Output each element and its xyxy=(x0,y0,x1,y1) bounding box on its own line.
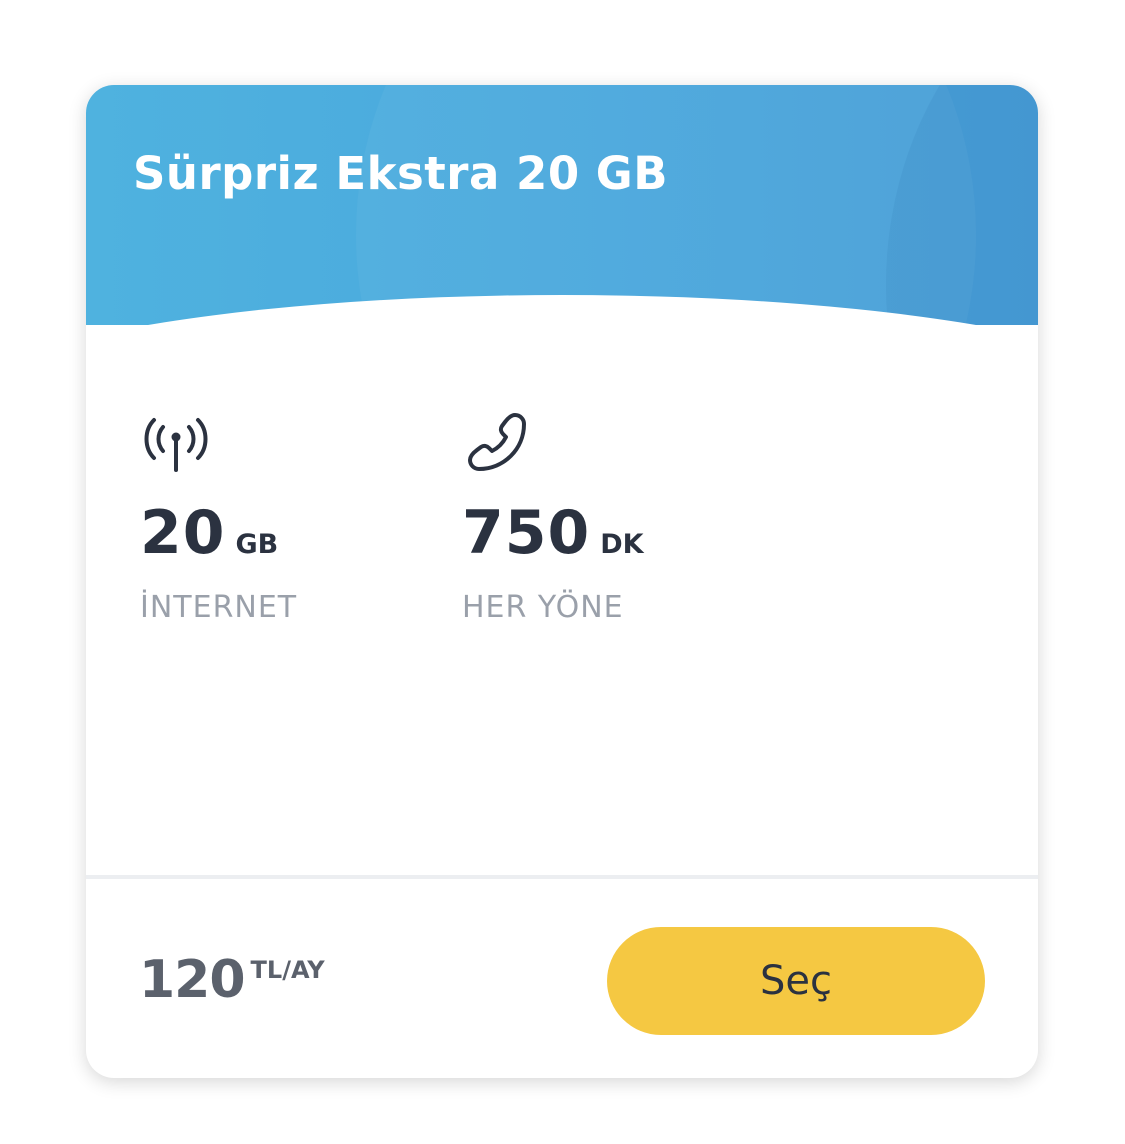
antenna-signal-icon xyxy=(144,418,208,472)
feature-minutes: 750 DK HER YÖNE xyxy=(462,410,644,625)
internet-amount: 20 GB xyxy=(140,498,297,568)
select-button[interactable]: Seç xyxy=(607,927,985,1035)
price-period: TL/AY xyxy=(250,956,325,984)
header-decoration xyxy=(356,85,976,325)
price: 120 TL/AY xyxy=(139,950,325,1010)
feature-internet: 20 GB İNTERNET xyxy=(140,410,297,625)
minutes-label: HER YÖNE xyxy=(462,590,624,625)
package-title: Sürpriz Ekstra 20 GB xyxy=(133,147,669,200)
phone-icon xyxy=(468,413,526,471)
divider xyxy=(86,875,1038,879)
internet-amount-unit: GB xyxy=(235,529,279,560)
minutes-amount: 750 DK xyxy=(462,498,644,568)
internet-amount-value: 20 xyxy=(140,498,226,568)
minutes-amount-value: 750 xyxy=(462,498,591,568)
internet-label: İNTERNET xyxy=(140,590,298,625)
card-header: Sürpriz Ekstra 20 GB xyxy=(86,85,1038,325)
package-card: Sürpriz Ekstra 20 GB 20 GB İNTERNET 750 DK… xyxy=(86,85,1038,1078)
price-amount: 120 xyxy=(139,950,246,1010)
minutes-amount-unit: DK xyxy=(600,529,644,560)
